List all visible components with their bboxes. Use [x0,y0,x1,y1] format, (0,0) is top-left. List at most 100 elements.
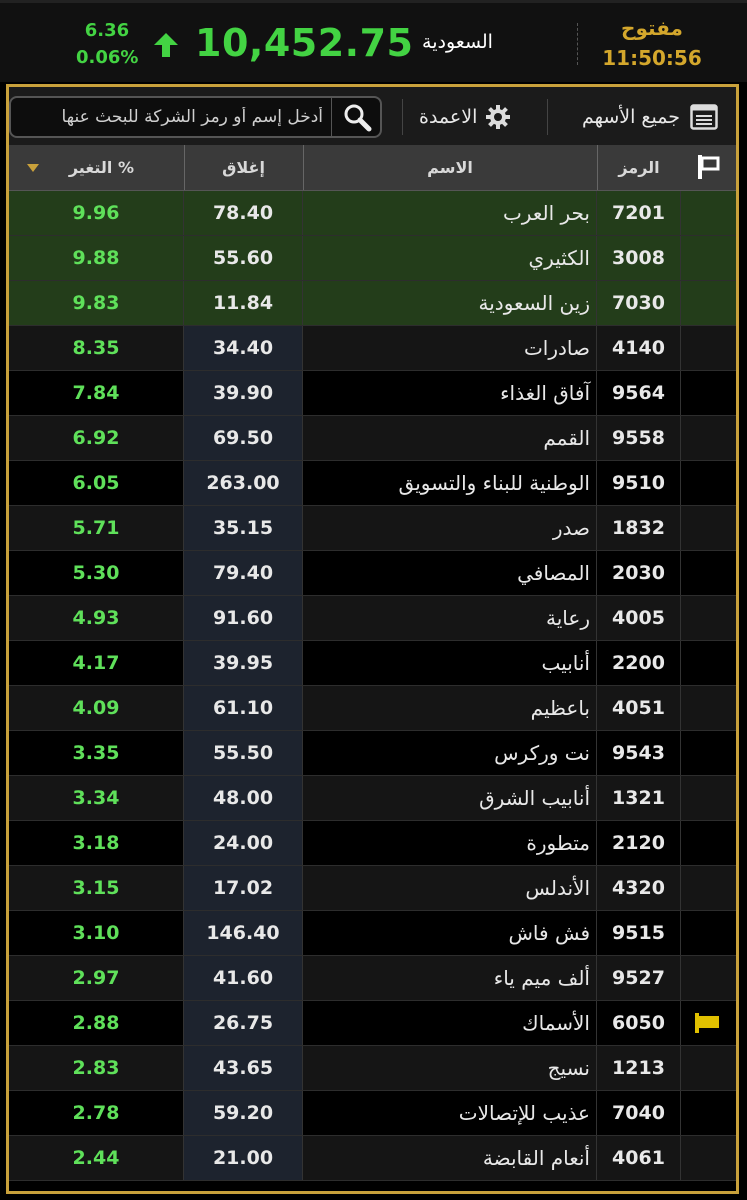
row-flag-cell[interactable] [681,1001,736,1045]
stock-change: 3.15 [9,866,184,910]
stock-change: 9.96 [9,191,184,235]
index-change: 6.36 0.06% [76,17,138,71]
table-row[interactable]: 9527 ألف ميم ياء 41.60 2.97 [9,956,736,1001]
row-flag-cell[interactable] [681,326,736,370]
stock-change: 9.83 [9,281,184,325]
toolbar: جميع الأسهم الاعمدة [9,87,736,145]
table-row[interactable]: 7201 بحر العرب 78.40 9.96 [9,191,736,236]
row-flag-cell[interactable] [681,911,736,955]
stock-change: 4.93 [9,596,184,640]
row-flag-cell[interactable] [681,506,736,550]
row-flag-cell[interactable] [681,1046,736,1090]
stock-close: 43.65 [184,1046,303,1090]
index-change-points: 6.36 [84,20,130,41]
row-flag-cell[interactable] [681,191,736,235]
row-flag-cell[interactable] [681,821,736,865]
table-row[interactable]: 1321 أنابيب الشرق 48.00 3.34 [9,776,736,821]
market-time: 11:50:56 [602,46,702,70]
row-flag-cell[interactable] [681,596,736,640]
column-header-change[interactable]: التغير % [9,145,184,190]
table-row[interactable]: 9564 آفاق الغذاء 39.90 7.84 [9,371,736,416]
table-row[interactable]: 2200 أنابيب 39.95 4.17 [9,641,736,686]
table-row[interactable]: 7040 عذيب للإتصالات 59.20 2.78 [9,1091,736,1136]
stock-name: متطورة [303,821,597,865]
stock-code: 1321 [597,776,681,820]
table-row[interactable]: 9558 القمم 69.50 6.92 [9,416,736,461]
stock-change: 2.83 [9,1046,184,1090]
arrow-up-icon [154,33,178,57]
table-row[interactable]: 6050 الأسماك 26.75 2.88 [9,1001,736,1046]
row-flag-cell[interactable] [681,1136,736,1180]
all-stocks-button[interactable]: جميع الأسهم [582,101,718,133]
table-row[interactable]: 2120 متطورة 24.00 3.18 [9,821,736,866]
table-row[interactable]: 1832 صدر 35.15 5.71 [9,506,736,551]
table-row[interactable]: 3008 الكثيري 55.60 9.88 [9,236,736,281]
stock-name: ألف ميم ياء [303,956,597,1000]
row-flag-cell[interactable] [681,551,736,595]
search-box [9,96,382,138]
row-flag-cell[interactable] [681,956,736,1000]
stock-change: 6.92 [9,416,184,460]
table-row[interactable]: 4005 رعاية 91.60 4.93 [9,596,736,641]
table-row[interactable]: 9543 نت وركرس 55.50 3.35 [9,731,736,776]
table-row[interactable]: 7030 زين السعودية 11.84 9.83 [9,281,736,326]
column-divider [597,145,598,190]
table-row[interactable]: 9515 فش فاش 146.40 3.10 [9,911,736,956]
stock-close: 21.00 [184,1136,303,1180]
stock-change: 4.17 [9,641,184,685]
market-status-label: مفتوح [621,16,683,40]
row-flag-cell[interactable] [681,866,736,910]
row-flag-cell[interactable] [681,776,736,820]
table-row[interactable]: 4320 الأندلس 17.02 3.15 [9,866,736,911]
column-header-close[interactable]: إغلاق [184,145,303,190]
flag-column-header[interactable] [681,145,736,190]
market-name[interactable]: السعودية [405,31,510,53]
stock-close: 146.40 [184,911,303,955]
row-flag-cell[interactable] [681,1091,736,1135]
stock-change: 2.44 [9,1136,184,1180]
stock-name: الأندلس [303,866,597,910]
table-row[interactable]: 4061 أنعام القابضة 21.00 2.44 [9,1136,736,1181]
search-input[interactable] [11,98,329,136]
table-row[interactable]: 4140 صادرات 34.40 8.35 [9,326,736,371]
row-flag-cell[interactable] [681,236,736,280]
column-header-name[interactable]: الاسم [303,145,597,190]
stock-close: 34.40 [184,326,303,370]
market-header: مفتوح 11:50:56 السعودية 10,452.75 6.36 0… [0,0,747,82]
stock-close: 11.84 [184,281,303,325]
stock-code: 4140 [597,326,681,370]
row-flag-cell[interactable] [681,686,736,730]
stock-change: 5.30 [9,551,184,595]
stock-name: آفاق الغذاء [303,371,597,415]
stock-name: القمم [303,416,597,460]
column-header-code[interactable]: الرمز [597,145,681,190]
table-row[interactable]: 1213 نسيج 43.65 2.83 [9,1046,736,1091]
row-flag-cell[interactable] [681,731,736,775]
stock-change: 6.05 [9,461,184,505]
flag-icon [697,155,719,179]
table-row[interactable]: 4051 باعظيم 61.10 4.09 [9,686,736,731]
row-flag-cell[interactable] [681,371,736,415]
stock-close: 48.00 [184,776,303,820]
columns-button[interactable]: الاعمدة [419,101,511,133]
row-flag-cell[interactable] [681,416,736,460]
toolbar-divider [547,99,548,135]
column-divider [303,145,304,190]
stock-close: 41.60 [184,956,303,1000]
stock-close: 69.50 [184,416,303,460]
stock-code: 9527 [597,956,681,1000]
stock-name: أنابيب الشرق [303,776,597,820]
row-flag-cell[interactable] [681,461,736,505]
search-button[interactable] [331,98,380,136]
stock-code: 7030 [597,281,681,325]
table-row[interactable]: 9510 الوطنية للبناء والتسويق 263.00 6.05 [9,461,736,506]
index-change-percent: 0.06% [76,47,139,68]
table-row[interactable]: 2030 المصافي 79.40 5.30 [9,551,736,596]
row-flag-cell[interactable] [681,281,736,325]
column-header-change-label: التغير % [68,158,134,177]
row-flag-cell[interactable] [681,641,736,685]
stock-code: 2120 [597,821,681,865]
stock-change: 8.35 [9,326,184,370]
stock-close: 61.10 [184,686,303,730]
flag-icon [695,1013,721,1033]
